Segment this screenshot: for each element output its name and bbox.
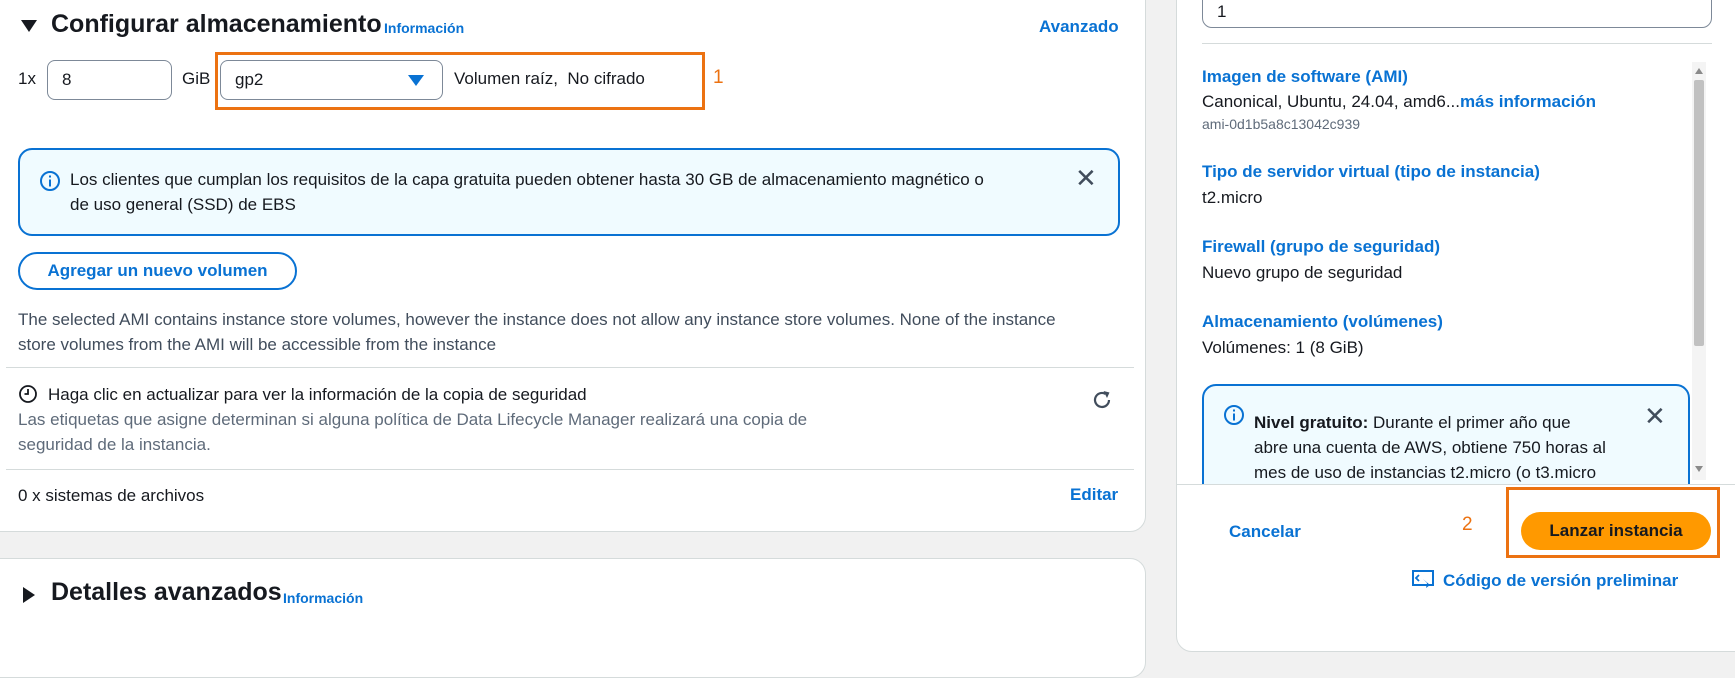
storage-info-link[interactable]: Información [384,20,464,36]
ami-value-row: Canonical, Ubuntu, 24.04, amd6...más inf… [1202,89,1596,114]
size-unit-label: GiB [182,69,211,88]
free-tier-text-1: Durante el primer año que [1368,413,1571,432]
instance-store-note-line-2: store volumes from the AMI will be acces… [18,335,497,354]
summary-free-tier-line-1: Nivel gratuito: Durante el primer año qu… [1254,410,1571,435]
add-volume-button[interactable]: Agregar un nuevo volumen [18,252,297,290]
free-tier-bold: Nivel gratuito: [1254,413,1369,432]
instance-type-value: t2.micro [1202,188,1263,207]
instance-store-note-line-1: The selected AMI contains instance store… [18,310,1056,329]
launch-instance-button[interactable]: Lanzar instancia [1521,512,1711,550]
free-tier-alert-line-2: de uso general (SSD) de EBS [70,195,296,214]
volume-size-input[interactable]: 8 [47,60,172,100]
divider [6,469,1134,470]
code-preview-icon[interactable] [1412,570,1434,590]
clock-icon [19,385,37,403]
storage-summary-value: Volúmenes: 1 (8 GiB) [1202,338,1364,357]
scroll-up-arrow-icon[interactable] [1695,68,1703,74]
summary-free-tier-line-3: mes de uso de instancias t2.micro (o t3.… [1254,463,1597,482]
scroll-down-arrow-icon[interactable] [1695,466,1703,472]
volume-description: Volumen raíz, No cifrado [454,69,645,88]
step-marker-1: 1 [713,67,724,88]
divider [1177,484,1735,485]
instance-type-label[interactable]: Tipo de servidor virtual (tipo de instan… [1202,162,1540,182]
close-icon[interactable]: ✕ [1075,165,1097,191]
cancel-button[interactable]: Cancelar [1229,522,1301,542]
storage-summary-label[interactable]: Almacenamiento (volúmenes) [1202,312,1443,332]
divider [1202,43,1712,44]
backup-description-line-2: seguridad de la instancia. [18,435,211,454]
expand-caret-icon[interactable] [23,587,35,603]
backup-title: Haga clic en actualizar para ver la info… [48,385,587,404]
advanced-link[interactable]: Avanzado [1039,17,1119,37]
collapse-caret-icon[interactable] [21,20,37,32]
ami-label[interactable]: Imagen de software (AMI) [1202,67,1408,87]
free-tier-alert-line-1: Los clientes que cumplan los requisitos … [70,170,984,189]
add-volume-label: Agregar un nuevo volumen [47,261,268,280]
launch-instance-label: Lanzar instancia [1549,521,1683,540]
info-icon [40,171,60,191]
scrollbar-thumb[interactable] [1694,80,1704,346]
summary-free-tier-line-2: abre una cuenta de AWS, obtiene 750 hora… [1254,438,1606,457]
advanced-details-panel [0,558,1146,678]
volume-count-prefix: 1x [18,69,36,88]
filesystems-label: 0 x sistemas de archivos [18,486,205,505]
firewall-label[interactable]: Firewall (grupo de seguridad) [1202,237,1440,257]
step-marker-2: 2 [1462,514,1473,535]
summary-scrollbar[interactable] [1692,62,1706,480]
instance-count-value: 1 [1217,2,1227,21]
info-icon [1224,405,1244,425]
backup-description-line-1: Las etiquetas que asigne determinan si a… [18,410,808,429]
dropdown-caret-icon [408,74,424,86]
storage-section-title: Configurar almacenamiento [51,10,382,38]
instance-count-input[interactable]: 1 [1202,0,1712,28]
advanced-details-info-link[interactable]: Información [283,590,363,606]
volume-size-value: 8 [62,70,72,89]
edit-filesystems-link[interactable]: Editar [1070,485,1118,505]
refresh-icon[interactable] [1090,388,1114,412]
ami-id: ami-0d1b5a8c13042c939 [1202,116,1361,132]
divider [6,367,1134,368]
advanced-details-title: Detalles avanzados [51,578,282,606]
firewall-value: Nuevo grupo de seguridad [1202,263,1403,282]
summary-scroll-area: Nivel gratuito: Durante el primer año qu… [1196,380,1696,484]
close-icon[interactable]: ✕ [1644,403,1666,429]
volume-type-select[interactable]: gp2 [220,60,443,100]
volume-type-value: gp2 [235,70,264,89]
ami-more-info-link[interactable]: más información [1460,92,1596,111]
preview-code-link[interactable]: Código de versión preliminar [1443,571,1678,591]
ami-value: Canonical, Ubuntu, 24.04, amd6... [1202,92,1460,111]
